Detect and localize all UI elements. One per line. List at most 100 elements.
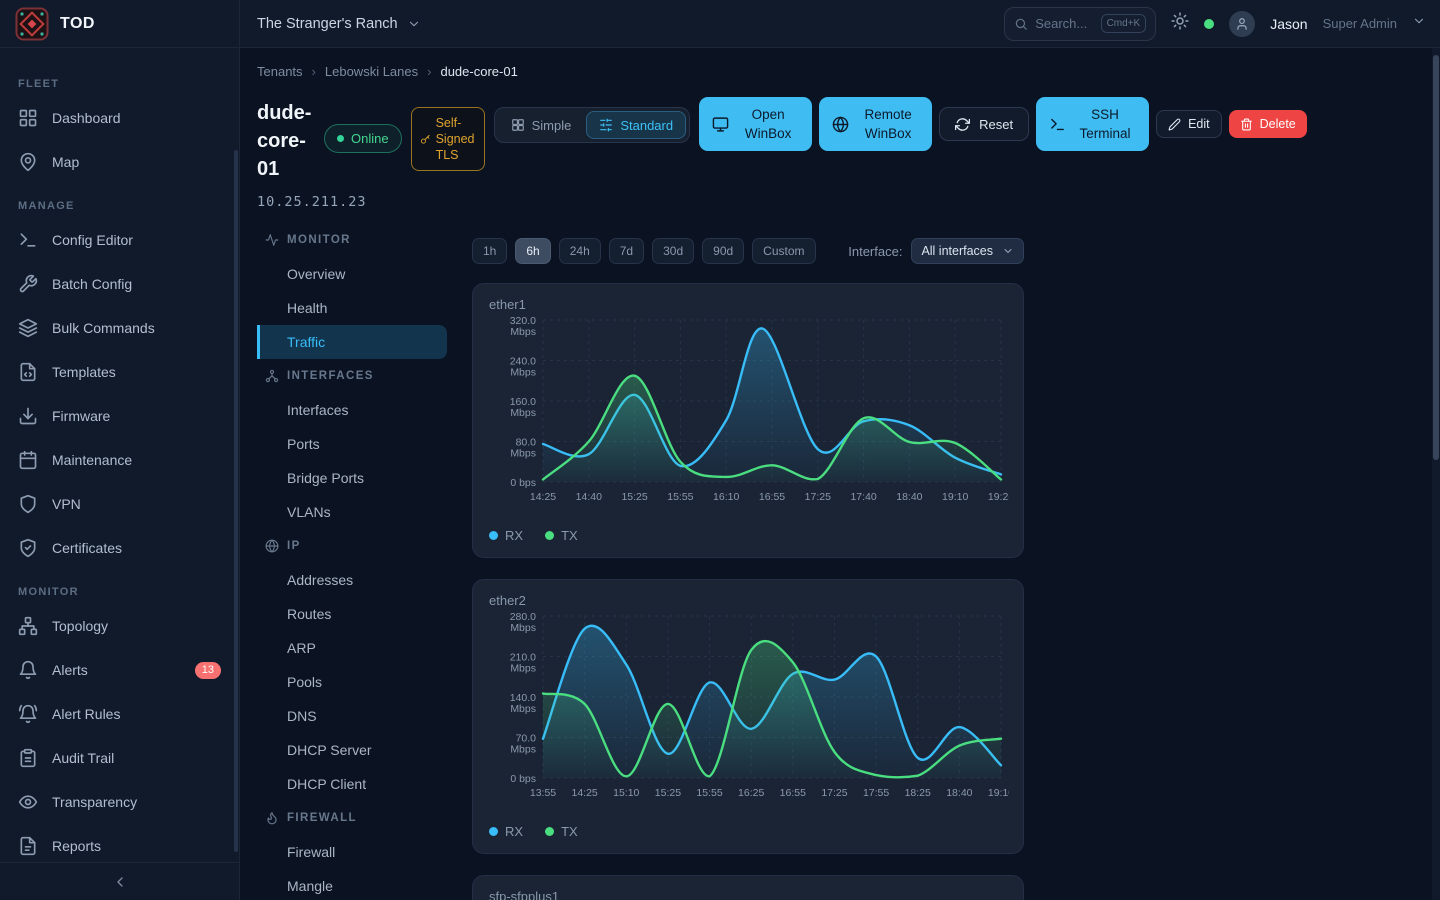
download-icon [18,406,38,426]
legend-item-rx: RX [489,824,523,839]
sidebar-item-dashboard[interactable]: Dashboard [0,96,239,140]
user-name: Jason [1270,16,1307,32]
system-status-dot [1204,19,1214,29]
open-winbox-button[interactable]: Open WinBox [699,97,812,151]
topbar-right: Cmd+K Jason Super Admin [1004,7,1426,41]
subnav-item-traffic[interactable]: Traffic [257,325,447,359]
sidebar-item-label: Transparency [52,794,137,810]
search-icon [1014,17,1028,31]
svg-text:18:40: 18:40 [896,491,922,503]
svg-text:0 bps: 0 bps [510,477,536,489]
sidebar-item-batch-config[interactable]: Batch Config [0,262,239,306]
sidebar-item-certificates[interactable]: Certificates [0,526,239,570]
search-input[interactable] [1035,16,1093,31]
breadcrumb-tenants[interactable]: Tenants [257,64,303,79]
sidebar-item-firmware[interactable]: Firmware [0,394,239,438]
subnav-item-dhcp-client[interactable]: DHCP Client [257,767,447,801]
theme-toggle-button[interactable] [1171,12,1189,35]
user-menu-button[interactable] [1412,14,1426,33]
svg-text:19:10: 19:10 [942,491,968,503]
subnav-item-pools[interactable]: Pools [257,665,447,699]
monitor-icon [712,116,729,133]
calendar-icon [18,450,38,470]
subnav-item-overview[interactable]: Overview [257,257,447,291]
time-range-group: 1h 6h 24h 7d 30d 90d Custom [472,238,824,264]
subnav-item-bridge-ports[interactable]: Bridge Ports [257,461,447,495]
interface-value: All interfaces [921,244,993,258]
range-6h-button[interactable]: 6h [515,238,550,264]
sidebar-item-templates[interactable]: Templates [0,350,239,394]
bell-ring-icon [18,704,38,724]
chart-title: sfp-sfpplus1 [489,889,1007,900]
tls-warning-badge: Self-Signed TLS [411,107,485,171]
avatar[interactable] [1229,11,1255,37]
range-7d-button[interactable]: 7d [609,238,644,264]
delete-button[interactable]: Delete [1229,110,1307,138]
sidebar-item-config-editor[interactable]: Config Editor [0,218,239,262]
sidebar-item-audit-trail[interactable]: Audit Trail [0,736,239,780]
rx-dot-icon [489,827,498,836]
globe-icon [265,539,279,553]
svg-text:15:55: 15:55 [667,491,693,503]
subnav-item-routes[interactable]: Routes [257,597,447,631]
subnav-item-vlans[interactable]: VLANs [257,495,447,529]
activity-icon [265,233,279,247]
reset-button[interactable]: Reset [939,107,1029,141]
remote-winbox-button[interactable]: Remote WinBox [819,97,932,151]
svg-text:13:55: 13:55 [530,787,556,799]
traffic-chart-ether2: 280.0Mbps210.0Mbps140.0Mbps70.0Mbps0 bps… [489,610,1009,812]
button-label: Reset [979,117,1013,132]
sidebar-item-maintenance[interactable]: Maintenance [0,438,239,482]
sidebar-item-alert-rules[interactable]: Alert Rules [0,692,239,736]
window-scrollbar-thumb[interactable] [1433,55,1439,460]
svg-text:17:25: 17:25 [821,787,847,799]
subnav-item-ports[interactable]: Ports [257,427,447,461]
interface-select[interactable]: All interfaces [911,238,1024,264]
status-badge: Online [324,124,402,153]
sidebar-item-alerts[interactable]: Alerts13 [0,648,239,692]
edit-button[interactable]: Edit [1156,110,1222,138]
subnav-item-arp[interactable]: ARP [257,631,447,665]
sidebar-item-bulk-commands[interactable]: Bulk Commands [0,306,239,350]
ssh-terminal-button[interactable]: SSH Terminal [1036,97,1149,151]
subnav-item-firewall[interactable]: Firewall [257,835,447,869]
subnav-item-mangle[interactable]: Mangle [257,869,447,900]
tenant-selector[interactable]: The Stranger's Ranch [257,16,421,32]
sidebar-item-transparency[interactable]: Transparency [0,780,239,824]
svg-text:17:25: 17:25 [805,491,831,503]
subnav-item-addresses[interactable]: Addresses [257,563,447,597]
range-1h-button[interactable]: 1h [472,238,507,264]
breadcrumb-tenant[interactable]: Lebowski Lanes [325,64,418,79]
user-role: Super Admin [1323,16,1397,31]
globe-icon [832,116,849,133]
svg-text:240.0Mbps: 240.0Mbps [510,356,536,379]
search-box[interactable]: Cmd+K [1004,7,1156,41]
sidebar-item-reports[interactable]: Reports [0,824,239,862]
subnav-item-dhcp-server[interactable]: DHCP Server [257,733,447,767]
subnav-item-interfaces[interactable]: Interfaces [257,393,447,427]
svg-text:16:55: 16:55 [780,787,806,799]
sidebar-item-label: Batch Config [52,276,132,292]
chart-legend: RXTX [489,528,1007,543]
mode-simple-button[interactable]: Simple [498,111,585,139]
subnav-item-dns[interactable]: DNS [257,699,447,733]
sidebar-item-map[interactable]: Map [0,140,239,184]
breadcrumb-separator: › [312,64,316,79]
range-30d-button[interactable]: 30d [652,238,694,264]
tx-dot-icon [545,531,554,540]
sidebar-item-label: Alert Rules [52,706,120,722]
svg-text:15:10: 15:10 [613,787,639,799]
page-title: dude-core-01 [257,99,315,183]
subnav-item-health[interactable]: Health [257,291,447,325]
sidebar-item-label: Map [52,154,79,170]
sidebar-item-vpn[interactable]: VPN [0,482,239,526]
range-90d-button[interactable]: 90d [702,238,744,264]
sidebar-scrollbar[interactable] [234,150,238,852]
chevron-down-icon [1002,245,1014,257]
sidebar-collapse-button[interactable] [0,862,239,900]
tls-label: Self-Signed TLS [436,115,476,163]
range-custom-button[interactable]: Custom [752,238,815,264]
mode-standard-button[interactable]: Standard [586,111,686,139]
range-24h-button[interactable]: 24h [559,238,601,264]
sidebar-item-topology[interactable]: Topology [0,604,239,648]
